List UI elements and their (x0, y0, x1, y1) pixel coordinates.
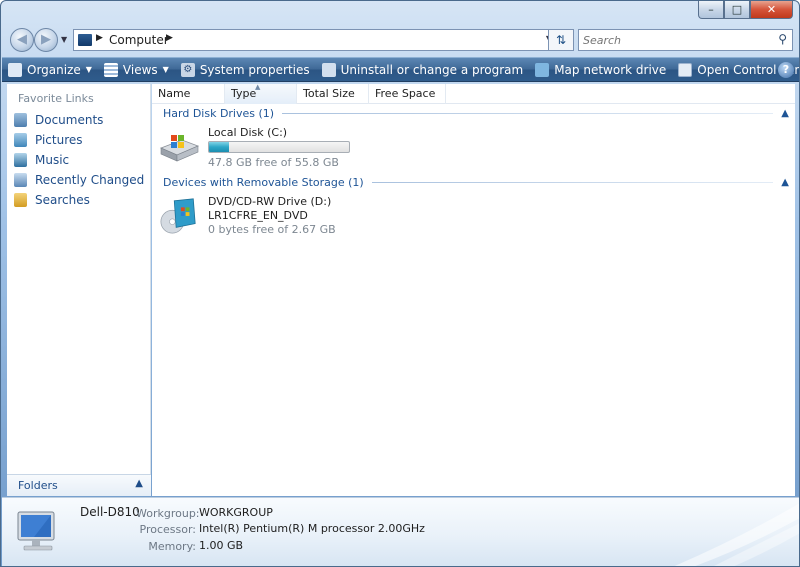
map-drive-label: Map network drive (554, 62, 667, 77)
nav-link-searches[interactable]: Searches (14, 193, 90, 207)
refresh-button[interactable]: ⇅ (548, 29, 574, 51)
control-panel-icon (678, 62, 693, 77)
searches-icon (14, 193, 27, 207)
search-box[interactable]: ⚲ (578, 29, 793, 51)
nav-link-label: Recently Changed (35, 173, 145, 187)
folders-toggle[interactable]: Folders ▲ (7, 474, 151, 496)
navigation-pane: Favorite Links Documents Pictures Music … (7, 84, 151, 496)
search-icon[interactable]: ⚲ (778, 32, 787, 46)
memory-key: Memory: (148, 540, 196, 553)
back-button[interactable]: ◀ (10, 28, 34, 52)
back-arrow-icon: ◀ (17, 32, 27, 47)
column-header-name[interactable]: Name (152, 84, 225, 104)
group-divider (371, 182, 774, 183)
help-button[interactable]: ? (778, 62, 794, 78)
recently-changed-icon (14, 173, 27, 187)
nav-link-label: Music (35, 153, 70, 167)
views-icon (103, 62, 118, 77)
nav-link-label: Searches (35, 193, 90, 207)
drive-dvd-d[interactable]: DVD/CD-RW Drive (D:) LR1CFRE_EN_DVD 0 by… (158, 195, 398, 241)
dvd-drive-icon (160, 198, 196, 234)
organize-label: Organize (27, 62, 81, 77)
forward-arrow-icon: ▶ (41, 32, 51, 47)
system-properties-button[interactable]: ⚙ System properties (175, 58, 316, 81)
nav-link-label: Pictures (35, 133, 83, 147)
group-divider (282, 113, 774, 114)
close-button[interactable]: ✕ (750, 1, 793, 19)
breadcrumb-computer[interactable]: Computer (109, 33, 169, 47)
column-header-type[interactable]: ▲ Type (225, 83, 297, 104)
system-properties-icon: ⚙ (180, 62, 195, 77)
nav-link-recently-changed[interactable]: Recently Changed (14, 173, 144, 187)
documents-icon (14, 113, 27, 127)
processor-key: Processor: (139, 523, 197, 536)
command-bar: Organize ▼ Views ▼ ⚙ System properties U… (2, 57, 799, 82)
window-caption-buttons: – □ ✕ (698, 1, 793, 19)
column-header-type-label: Type (231, 87, 257, 100)
maximize-button[interactable]: □ (724, 1, 750, 19)
chevron-up-icon: ▲ (135, 478, 143, 489)
drive-free-space: 47.8 GB free of 55.8 GB (208, 156, 339, 169)
search-input[interactable] (583, 31, 763, 49)
uninstall-program-button[interactable]: Uninstall or change a program (316, 58, 530, 81)
views-label: Views (122, 62, 158, 77)
computer-icon (78, 34, 92, 46)
chevron-down-icon: ▼ (162, 65, 169, 74)
refresh-icon: ⇅ (555, 33, 567, 47)
drive-free-space: 0 bytes free of 2.67 GB (208, 223, 336, 236)
nav-link-music[interactable]: Music (14, 153, 69, 167)
uninstall-label: Uninstall or change a program (340, 62, 524, 77)
disk-usage-fill (209, 142, 229, 152)
views-button[interactable]: Views ▼ (98, 58, 175, 81)
nav-link-documents[interactable]: Documents (14, 113, 103, 127)
hard-drive-icon (159, 135, 200, 162)
group-title: Devices with Removable Storage (1) (163, 176, 364, 189)
recent-pages-dropdown[interactable]: ▼ (61, 35, 67, 44)
organize-icon (8, 62, 22, 77)
computer-name: Dell-D810 (80, 505, 140, 519)
memory-value: 1.00 GB (199, 539, 244, 552)
chevron-down-icon: ▼ (85, 65, 92, 74)
system-properties-label: System properties (199, 62, 310, 77)
group-hard-disk-drives[interactable]: Hard Disk Drives (1) ▲ (163, 107, 789, 120)
folders-label: Folders (18, 479, 58, 492)
drive-volume-label: LR1CFRE_EN_DVD (208, 209, 308, 222)
chevron-up-icon[interactable]: ▲ (781, 108, 789, 119)
organize-button[interactable]: Organize ▼ (2, 58, 98, 81)
group-removable-storage[interactable]: Devices with Removable Storage (1) ▲ (163, 176, 789, 189)
details-pane: Dell-D810 Workgroup: WORKGROUP Processor… (2, 497, 799, 566)
map-network-drive-button[interactable]: Map network drive (529, 58, 672, 81)
nav-link-label: Documents (35, 113, 104, 127)
uninstall-icon (321, 62, 336, 77)
drive-local-disk-c[interactable]: Local Disk (C:) 47.8 GB free of 55.8 GB (158, 126, 398, 170)
sort-arrow-icon: ▲ (255, 83, 261, 91)
drive-name: Local Disk (C:) (208, 126, 288, 139)
chevron-up-icon[interactable]: ▲ (781, 177, 789, 188)
map-drive-icon (535, 62, 550, 77)
processor-value: Intel(R) Pentium(R) M processor 2.00GHz (199, 522, 425, 535)
favorite-links-header: Favorite Links (18, 92, 94, 105)
breadcrumb-arrow-icon[interactable]: ▶ (96, 33, 103, 43)
file-list: Name ▲ Type Total Size Free Space Hard D… (152, 83, 795, 496)
explorer-window: – □ ✕ ◀ ▶ ▼ ▶ Computer ▶ ▼ ⇅ ⚲ Organize … (0, 0, 800, 567)
pictures-icon (14, 133, 27, 147)
minimize-button[interactable]: – (698, 1, 724, 19)
column-header-total-size[interactable]: Total Size (297, 84, 369, 104)
navigation-bar: ◀ ▶ ▼ ▶ Computer ▶ ▼ ⇅ ⚲ (1, 26, 799, 54)
column-header-row: Name ▲ Type Total Size Free Space (152, 83, 795, 104)
workgroup-key: Workgroup: (136, 507, 200, 520)
workgroup-value: WORKGROUP (199, 506, 273, 519)
computer-icon (17, 511, 55, 551)
column-header-free-space[interactable]: Free Space (369, 84, 446, 104)
decorative-swoosh (674, 503, 799, 566)
forward-button[interactable]: ▶ (34, 28, 58, 52)
disk-usage-bar (208, 141, 350, 153)
address-bar[interactable]: ▶ Computer ▶ ▼ (73, 29, 573, 51)
breadcrumb-arrow-icon[interactable]: ▶ (166, 33, 173, 43)
drive-name: DVD/CD-RW Drive (D:) (208, 195, 332, 208)
music-icon (14, 153, 27, 167)
nav-link-pictures[interactable]: Pictures (14, 133, 83, 147)
group-title: Hard Disk Drives (1) (163, 107, 275, 120)
